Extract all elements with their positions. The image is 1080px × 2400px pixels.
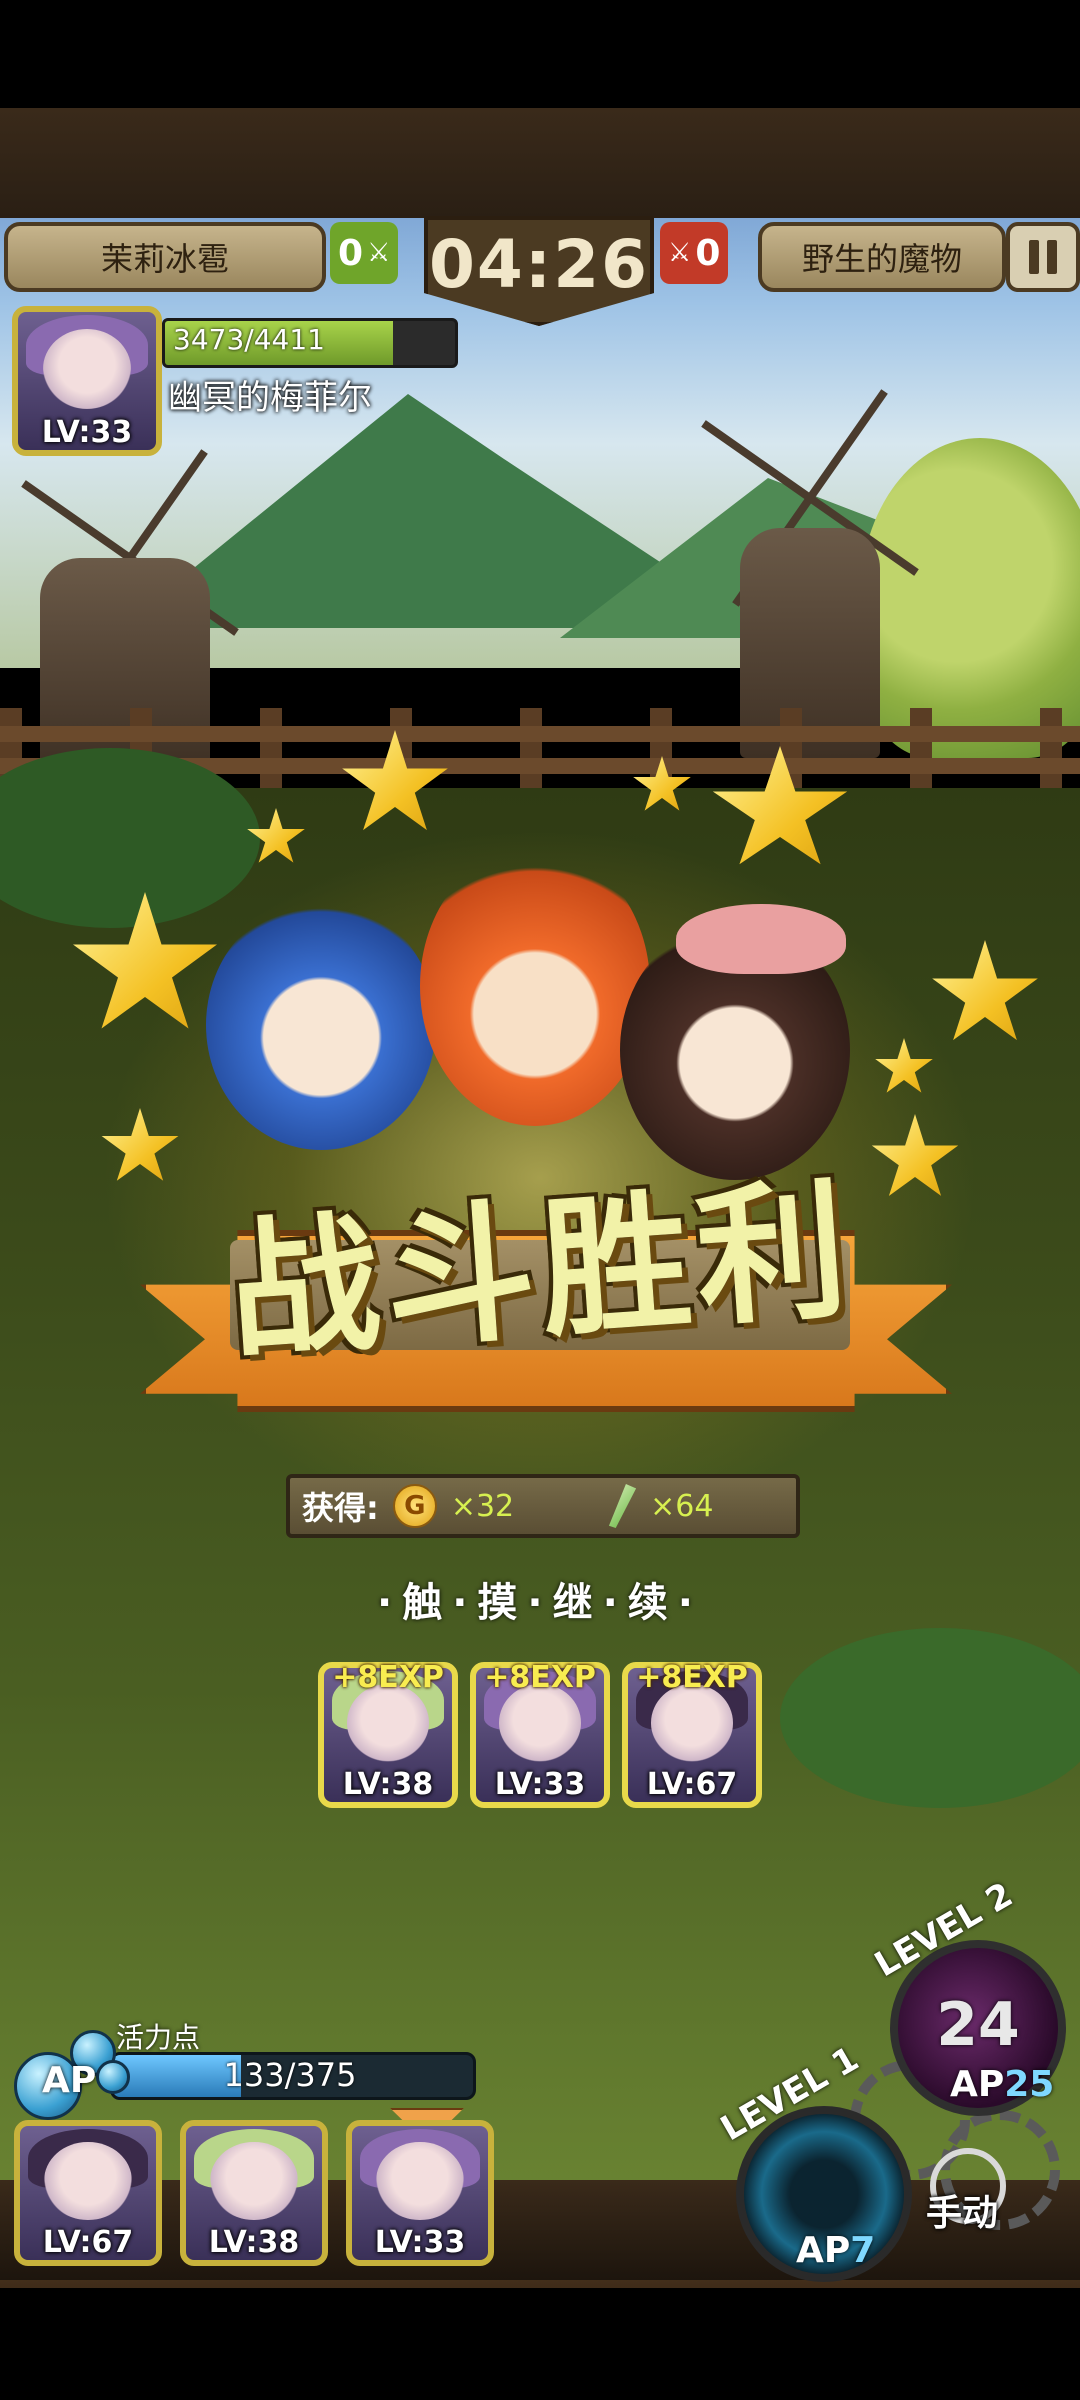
enemy-score: ⚔ 0 (660, 222, 729, 284)
fence-rail-top (0, 726, 1080, 742)
team-slot[interactable]: LV:38 (180, 2120, 328, 2266)
enemy-hp-bar: 3473/4411 (162, 318, 458, 368)
coin-reward-value: ×32 (450, 1488, 515, 1524)
ap-cost-value: 25 (1004, 2064, 1055, 2105)
touch-to-continue[interactable]: ·触·摸·继·续· (0, 1570, 1080, 1628)
wood-frame-top (0, 108, 1080, 218)
team-level: LV:67 (42, 2225, 134, 2260)
portrait-face (44, 2142, 132, 2220)
coin-icon: G (392, 1484, 437, 1528)
portrait-face (499, 1684, 581, 1762)
player-score-value: 0 (338, 232, 364, 274)
pause-icon (1029, 240, 1039, 274)
ap-prefix: AP (796, 2230, 851, 2271)
enemy-side-name-plate: 野生的魔物 (758, 222, 1006, 292)
character-orange-boy (420, 846, 650, 1126)
exp-gain: +8EXP (636, 1660, 748, 1695)
feather-icon (608, 1484, 637, 1528)
team-level: LV:38 (208, 2225, 300, 2260)
enemy-level: LV:33 (41, 415, 133, 450)
timer-text: 04:26 (428, 226, 650, 303)
skill-level2-cost: AP25 (950, 2064, 1054, 2105)
pause-icon-bar (1047, 240, 1057, 274)
enemy-portrait[interactable]: LV:33 (12, 306, 162, 456)
team-portrait: LV:33 (346, 2120, 494, 2266)
exp-card-level: LV:67 (646, 1767, 738, 1802)
team-level: LV:33 (374, 2225, 466, 2260)
enemy-name: 幽冥的梅菲尔 (168, 378, 372, 418)
exp-gain: +8EXP (484, 1660, 596, 1695)
manual-label: 手动 (926, 2193, 999, 2234)
portrait-face (210, 2142, 298, 2220)
team-portrait: LV:67 (14, 2120, 162, 2266)
exp-card-level: LV:38 (342, 1767, 434, 1802)
enemy-side-name: 野生的魔物 (801, 240, 962, 278)
player-score-mark: ⚔ (367, 238, 391, 268)
player-name: 茉莉冰雹 (100, 240, 229, 278)
portrait-face (376, 2142, 464, 2220)
manual-mode-button[interactable]: 手动 (916, 2148, 1026, 2248)
portrait-face (347, 1684, 429, 1762)
exp-card: LV:67 +8EXP (622, 1660, 762, 1808)
character-blue-catgirl (206, 900, 436, 1150)
team-slot-selected[interactable]: LV:33 (346, 2120, 494, 2266)
exp-card-level: LV:33 (494, 1767, 586, 1802)
ap-cost-value: 7 (850, 2230, 876, 2271)
enemy-hp-text: 3473/4411 (173, 323, 325, 356)
enemy-score-mark: ⚔ (668, 238, 692, 268)
skill-level1-cost: AP7 (796, 2230, 875, 2271)
ap-prefix: AP (950, 2064, 1005, 2105)
vitality-value: 133/375 (223, 2056, 357, 2094)
enemy-score-value: 0 (695, 232, 721, 274)
feather-reward-value: ×64 (650, 1488, 714, 1524)
exp-card: LV:38 +8EXP (318, 1660, 458, 1808)
reward-bar: 获得: G ×32 ×64 (286, 1474, 800, 1538)
bush-right (780, 1628, 1080, 1808)
player-name-plate: 茉莉冰雹 (4, 222, 326, 292)
vitality-label: 活力点 (116, 2021, 201, 2054)
character-pink-hat (676, 904, 846, 974)
skill-level2-count: 24 (936, 1990, 1020, 2060)
exp-gain: +8EXP (332, 1660, 444, 1695)
reward-label: 获得: (302, 1489, 379, 1527)
team-slot[interactable]: LV:67 (14, 2120, 162, 2266)
pause-button[interactable] (1006, 222, 1080, 292)
exp-card: LV:33 +8EXP (470, 1660, 610, 1808)
portrait-face (42, 328, 132, 409)
portrait-face (651, 1684, 733, 1762)
player-score: 0 ⚔ (330, 222, 399, 284)
team-portrait: LV:38 (180, 2120, 328, 2266)
